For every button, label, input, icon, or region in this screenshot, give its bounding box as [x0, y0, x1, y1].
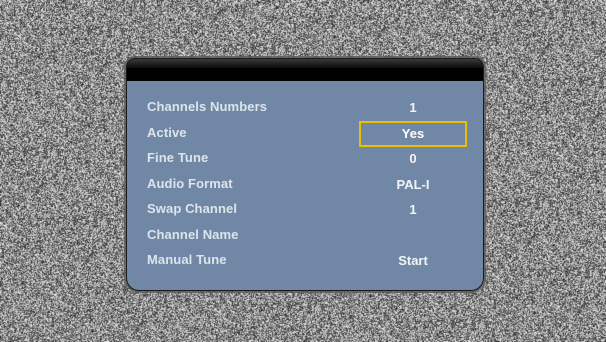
menu-rows: Channels Numbers 1 Active Yes Fine Tune … — [127, 97, 483, 276]
menu-label-audio-format: Audio Format — [147, 175, 233, 191]
menu-value-audio-format[interactable]: PAL-I — [359, 172, 467, 198]
menu-value-channel-name[interactable] — [359, 223, 467, 249]
menu-label-manual-tune: Manual Tune — [147, 252, 227, 267]
menu-value-channels-numbers[interactable]: 1 — [359, 95, 467, 121]
menu-value-fine-tune[interactable]: 0 — [359, 146, 467, 172]
channel-setup-menu: Channels Numbers 1 Active Yes Fine Tune … — [127, 59, 483, 290]
menu-title-bar — [127, 59, 483, 81]
menu-row-active[interactable]: Active Yes — [127, 120, 483, 149]
title-bar-highlight — [127, 59, 483, 68]
menu-row-audio-format[interactable]: Audio Format PAL-I — [127, 174, 483, 200]
menu-label-channels-numbers: Channels Numbers — [147, 99, 268, 114]
menu-value-manual-tune[interactable]: Start — [359, 248, 467, 274]
menu-row-fine-tune[interactable]: Fine Tune 0 — [127, 148, 483, 174]
menu-value-active-selected[interactable]: Yes — [359, 120, 467, 147]
menu-row-swap-channel[interactable]: Swap Channel 1 — [127, 199, 483, 225]
menu-label-fine-tune: Fine Tune — [147, 150, 209, 165]
menu-row-manual-tune[interactable]: Manual Tune Start — [127, 250, 483, 276]
menu-row-channel-name[interactable]: Channel Name — [127, 225, 483, 251]
menu-label-active: Active — [147, 124, 187, 140]
menu-row-channels-numbers[interactable]: Channels Numbers 1 — [127, 97, 483, 123]
menu-label-swap-channel: Swap Channel — [147, 201, 238, 216]
menu-value-swap-channel[interactable]: 1 — [359, 197, 467, 223]
menu-label-channel-name: Channel Name — [147, 226, 239, 242]
